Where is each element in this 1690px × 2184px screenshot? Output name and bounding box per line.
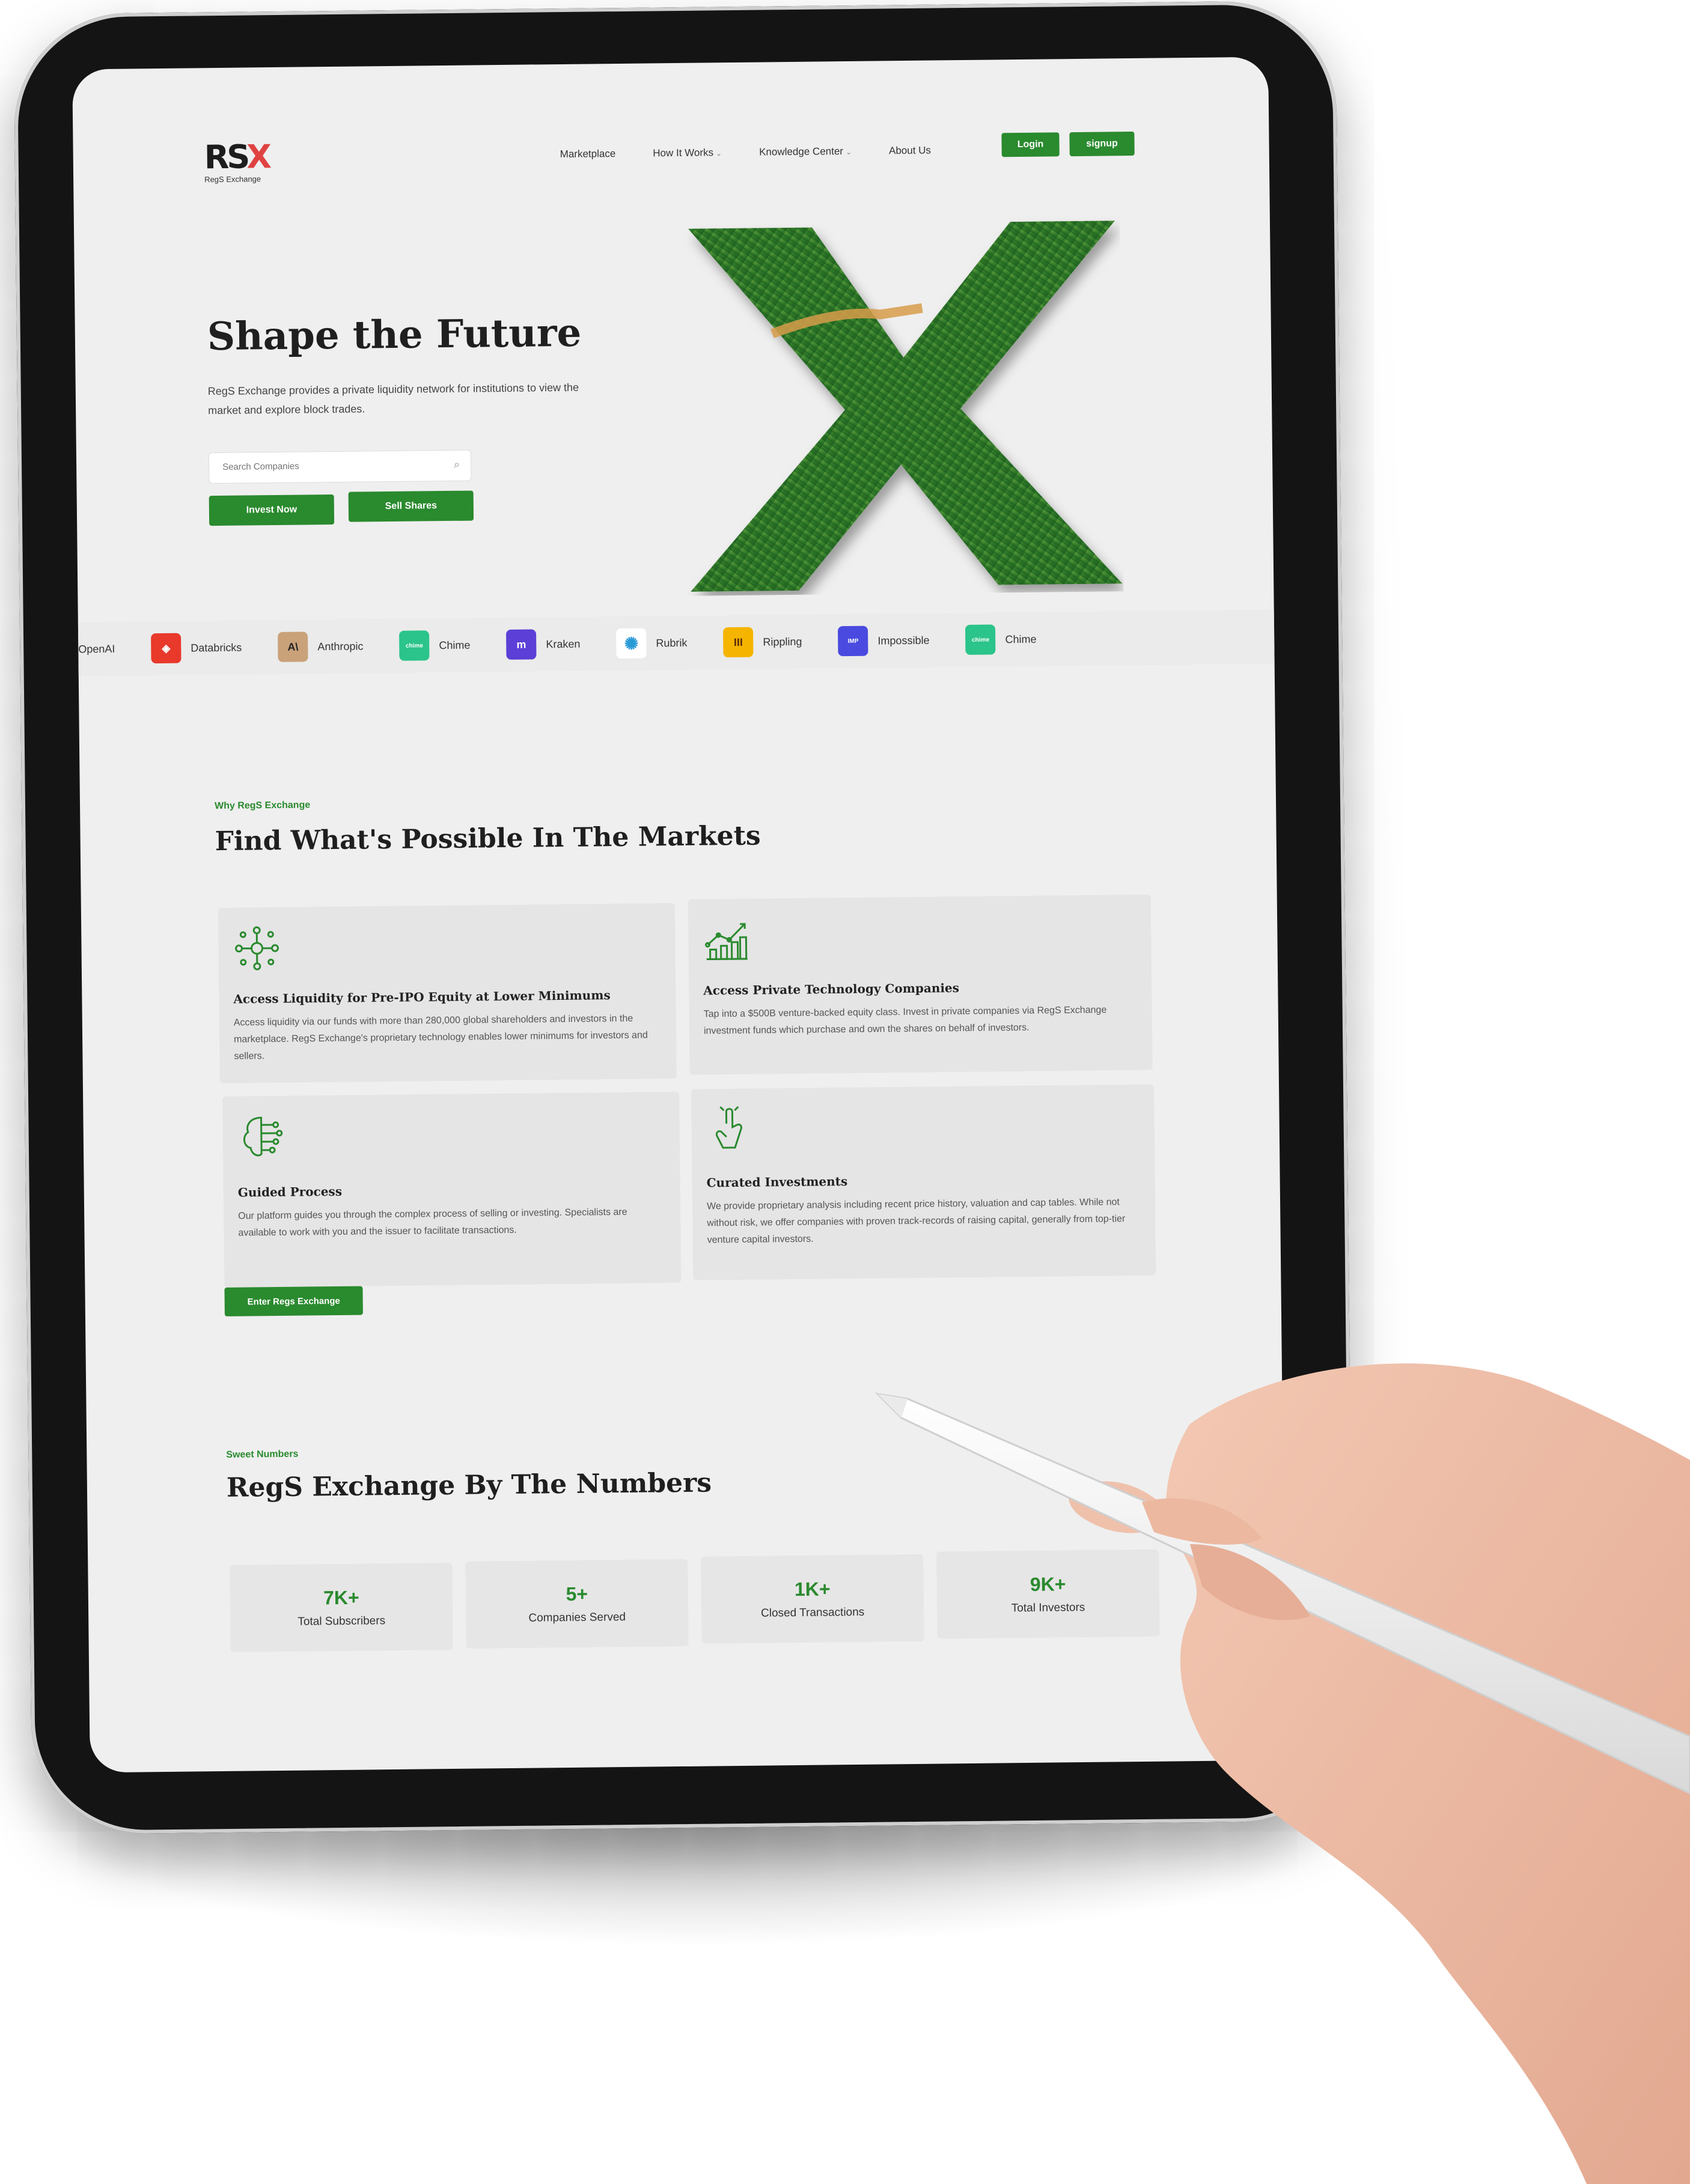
numbers-eyebrow: Sweet Numbers [226,1449,299,1460]
logo-x: X [246,138,270,176]
growth-chart-icon [705,923,748,961]
card-title: Guided Process [237,1184,343,1200]
company-search[interactable]: ⌕ [208,449,472,484]
chime-logo-icon: chime [965,624,996,655]
brain-circuit-icon [243,1116,283,1157]
nav-label: How It Works [653,147,714,159]
hand-with-stylus [874,1363,1690,2184]
brand-kraken[interactable]: m Kraken [506,629,581,660]
card-text: Our platform guides you through the comp… [238,1206,627,1238]
enter-regs-exchange-button[interactable]: Enter Regs Exchange [224,1286,363,1316]
feature-card-guided: Guided Process Our platform guides you t… [222,1092,682,1288]
rubrik-logo-icon: ✺ [616,628,647,659]
stat-label: Total Subscribers [297,1614,386,1628]
brand-databricks[interactable]: ◈ Databricks [151,633,242,664]
brand-rippling[interactable]: III Rippling [723,627,802,658]
brand-name: Kraken [546,637,581,650]
card-title: Curated Investments [706,1174,848,1190]
anthropic-logo-icon: A\ [278,631,308,662]
nav-item-how-it-works[interactable]: How It Works ⌄ [653,147,722,159]
search-icon[interactable]: ⌕ [454,458,460,471]
brand-rubrik[interactable]: ✺ Rubrik [616,628,688,659]
stat-card: 5+ Companies Served [465,1559,689,1649]
brand-chime-repeat[interactable]: chime Chime [965,624,1037,655]
hero-x-image [688,221,1123,592]
brand-name: Impossible [877,634,930,647]
feature-card-curated: Curated Investments We provide proprieta… [691,1084,1156,1280]
network-icon [235,926,279,970]
signup-button[interactable]: signup [1069,131,1135,157]
rippling-logo-icon: III [723,627,754,658]
stat-label: Companies Served [528,1610,626,1625]
logo-mark: RSX [204,138,270,177]
card-title: Access Liquidity for Pre-IPO Equity at L… [233,988,611,1006]
brand-name: Chime [1005,633,1037,645]
site-logo[interactable]: RSX RegS Exchange [204,138,282,184]
brand-anthropic[interactable]: A\ Anthropic [278,631,364,662]
databricks-logo-icon: ◈ [151,633,182,664]
hand-pointer-icon [715,1105,742,1149]
brand-name: Chime [439,639,471,651]
stat-card: 7K+ Total Subscribers [230,1563,453,1652]
stat-value: 7K+ [323,1586,359,1609]
chevron-down-icon: ⌄ [716,149,722,158]
hero-title: Shape the Future [207,310,582,360]
nav-label: About Us [888,144,932,157]
company-logo-strip: OpenAI ◈ Databricks A\ Anthropic chime C… [78,609,1275,677]
card-text: We provide proprietary analysis includin… [706,1197,1126,1246]
brand-name: Rubrik [656,636,688,649]
chime-logo-icon: chime [399,630,430,661]
logo-subtitle: RegS Exchange [204,174,261,184]
impossible-logo-icon: IMP [838,625,868,657]
card-text: Tap into a $500B venture-backed equity c… [703,1005,1107,1036]
nav-label: Knowledge Center [759,145,844,158]
login-button[interactable]: Login [1001,132,1060,157]
brand-name: Databricks [191,641,242,654]
card-text: Access liquidity via our funds with more… [233,1013,648,1062]
nav-item-marketplace[interactable]: Marketplace [560,148,616,160]
main-nav: Marketplace How It Works ⌄ Knowledge Cent… [560,145,931,160]
why-eyebrow: Why RegS Exchange [214,800,311,812]
why-title: Find What's Possible In The Markets [215,820,761,857]
nav-label: Marketplace [560,148,616,160]
hero-description: RegS Exchange provides a private liquidi… [207,381,579,417]
brand-impossible[interactable]: IMP Impossible [838,625,930,657]
nav-item-knowledge-center[interactable]: Knowledge Center ⌄ [759,145,852,159]
sell-shares-button[interactable]: Sell Shares [348,490,474,522]
brand-name: Rippling [763,635,802,648]
chevron-down-icon: ⌄ [845,147,852,157]
feature-card-private-tech: Access Private Technology Companies Tap … [688,894,1153,1075]
nav-item-about-us[interactable]: About Us [889,145,931,157]
brand-chime[interactable]: chime Chime [399,630,471,661]
card-title: Access Private Technology Companies [703,981,960,998]
search-input[interactable] [221,459,441,473]
feature-card-liquidity: Access Liquidity for Pre-IPO Equity at L… [218,903,677,1084]
stat-value: 5+ [566,1583,588,1605]
brand-name: OpenAI [78,642,115,655]
kraken-logo-icon: m [506,629,537,660]
numbers-title: RegS Exchange By The Numbers [226,1467,712,1503]
brand-openai[interactable]: OpenAI [78,642,115,656]
brand-name: Anthropic [317,639,364,652]
invest-now-button[interactable]: Invest Now [209,494,335,526]
